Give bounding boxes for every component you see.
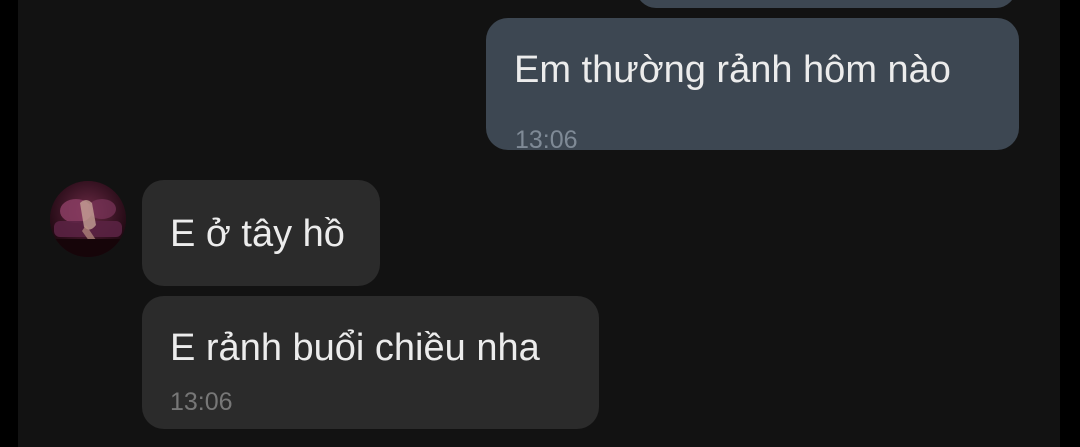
message-text: Em thường rảnh hôm nào: [514, 49, 951, 91]
previous-message-bubble[interactable]: [636, 0, 1016, 8]
incoming-message-bubble[interactable]: E ở tây hồ: [142, 180, 380, 286]
message-list[interactable]: Em thường rảnh hôm nào 13:06 E ở tây hồ …: [18, 0, 1060, 447]
message-text: E rảnh buổi chiều nha: [170, 327, 540, 369]
incoming-message-bubble[interactable]: E rảnh buổi chiều nha 13:06: [142, 296, 599, 429]
message-timestamp: 13:06: [515, 126, 578, 154]
contact-avatar[interactable]: [50, 181, 126, 257]
chat-screen: Em thường rảnh hôm nào 13:06 E ở tây hồ …: [0, 0, 1080, 447]
outgoing-message-bubble[interactable]: Em thường rảnh hôm nào 13:06: [486, 18, 1019, 154]
contact-avatar-photo-icon: [50, 181, 126, 257]
message-timestamp: 13:06: [170, 388, 233, 416]
message-text: E ở tây hồ: [170, 213, 345, 255]
